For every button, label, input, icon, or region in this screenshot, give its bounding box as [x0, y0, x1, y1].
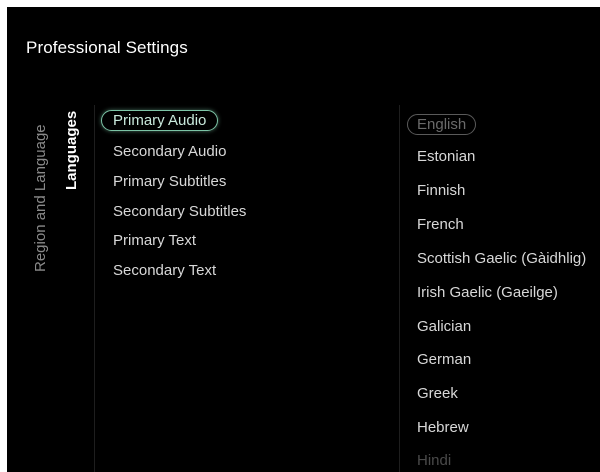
breadcrumb-languages[interactable]: Languages: [63, 111, 80, 190]
language-item-greek[interactable]: Greek: [417, 384, 458, 404]
language-item-german[interactable]: German: [417, 350, 471, 370]
menu-item-primary-audio[interactable]: Primary Audio: [101, 110, 219, 131]
breadcrumb-region-and-language[interactable]: Region and Language: [32, 124, 49, 272]
menu-item-secondary-subtitles[interactable]: Secondary Subtitles: [102, 201, 257, 222]
language-item-hebrew[interactable]: Hebrew: [417, 418, 469, 438]
language-item-english[interactable]: English: [407, 114, 477, 135]
menu-item-primary-text[interactable]: Primary Text: [102, 230, 207, 251]
page-title: Professional Settings: [26, 38, 188, 57]
language-item-galician[interactable]: Galician: [417, 317, 471, 337]
column-divider: [94, 105, 95, 472]
menu-item-secondary-audio[interactable]: Secondary Audio: [102, 141, 237, 162]
menu-item-secondary-text[interactable]: Secondary Text: [102, 260, 227, 281]
language-item-scottish-gaelic[interactable]: Scottish Gaelic (Gàidhlig): [417, 249, 586, 269]
menu-item-primary-subtitles[interactable]: Primary Subtitles: [102, 171, 237, 192]
language-item-french[interactable]: French: [417, 215, 464, 235]
column-divider: [399, 105, 400, 472]
tv-settings-screen: Professional Settings Region and Languag…: [7, 7, 600, 472]
language-item-irish-gaelic[interactable]: Irish Gaelic (Gaeilge): [417, 283, 558, 303]
language-item-finnish[interactable]: Finnish: [417, 181, 465, 201]
language-item-estonian[interactable]: Estonian: [417, 147, 475, 167]
language-item-hindi[interactable]: Hindi: [417, 451, 451, 471]
